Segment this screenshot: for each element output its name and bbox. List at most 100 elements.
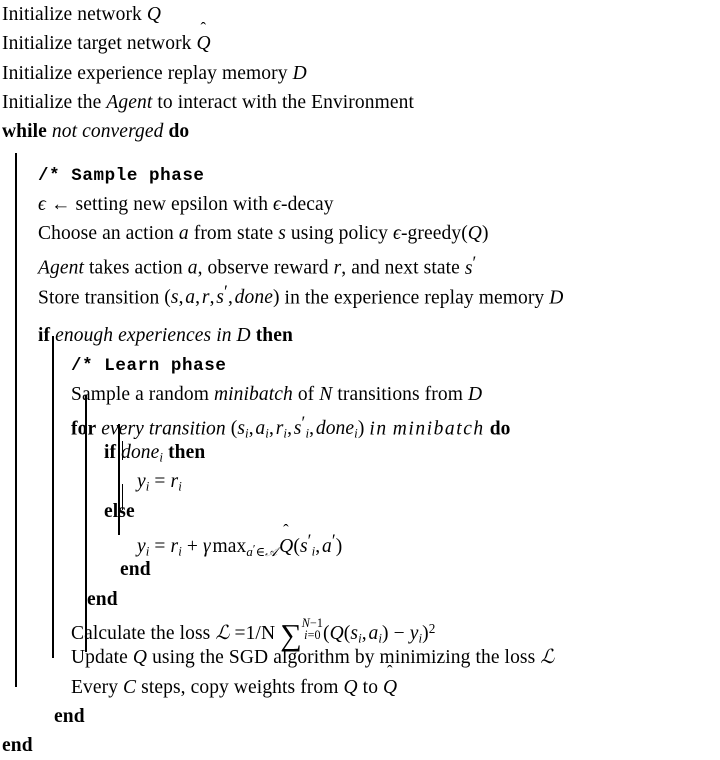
keyword-while: while	[2, 121, 47, 143]
line-while-not-converged: while not converged do	[0, 117, 720, 146]
equation-terminal-target: yi = ri	[137, 471, 182, 495]
text-using-policy: using policy	[290, 223, 388, 245]
line-y-equals-bellman: yi = ri + γ maxa′∈𝒜 ˆ Q(s′i, a′)	[0, 521, 720, 559]
text-initialize: Initialize	[2, 4, 73, 25]
symbol-c: C	[123, 676, 137, 698]
symbol-loss-l-2: ℒ	[540, 647, 555, 669]
text-every-transition: every transition	[101, 418, 226, 440]
line-copy-weights: Every C steps, copy weights from Q to ˆQ	[0, 661, 720, 702]
line-initialize-agent: Initialize the Agent to interact with th…	[0, 88, 720, 117]
text-from-state: from state	[193, 223, 274, 245]
text-store-transition: Store transition	[38, 287, 160, 309]
text-agent-2: Agent	[38, 257, 84, 279]
symbol-q-hat: ˆQ	[196, 18, 211, 55]
line-choose-action: Choose an action a from state s using po…	[0, 219, 720, 248]
keyword-end-if-done: end	[120, 559, 151, 581]
line-epsilon-decay: ϵ ← setting new epsilon with ϵ-decay	[0, 190, 720, 219]
symbol-q-3: Q	[132, 647, 148, 669]
line-agent-takes-action: Agent takes action a, observe reward r, …	[0, 248, 720, 279]
text-to: to	[362, 676, 379, 698]
spacer-before-if	[0, 307, 720, 321]
symbol-left-arrow-icon: ←	[50, 193, 71, 215]
keyword-if: if	[38, 324, 51, 346]
text-minibatch-2: minibatch	[392, 418, 485, 440]
algorithm-block: Initialize network Q Initialize target n…	[0, 0, 720, 756]
keyword-do-2: do	[489, 418, 511, 440]
text-transitions-from: transitions from	[337, 383, 463, 405]
keyword-if-2: if	[104, 442, 117, 464]
symbol-gamma: γ	[202, 535, 211, 557]
line-end-for: end	[0, 585, 720, 614]
text-agent: Agent	[106, 91, 153, 113]
text-takes-action: takes action	[88, 257, 183, 279]
symbol-q: Q	[146, 4, 162, 25]
keyword-end-if-enough: end	[54, 705, 85, 727]
cond-done: donei	[121, 442, 164, 465]
keyword-end-while: end	[2, 735, 33, 757]
symbol-s: s	[278, 223, 286, 245]
symbol-n: N	[319, 383, 333, 405]
keyword-end-for: end	[87, 588, 118, 610]
symbol-s-prime: s′	[464, 252, 477, 279]
line-initialize-replay-memory: Initialize experience replay memory D	[0, 59, 720, 88]
symbol-q-hat-2: ˆQ	[383, 661, 398, 698]
text-calculate-the-loss: Calculate the loss	[71, 622, 211, 644]
text-sample-a-random: Sample a random	[71, 383, 209, 405]
text-setting-new-epsilon: setting new epsilon with	[75, 193, 269, 215]
text-in: in	[369, 418, 388, 440]
line-initialize-network: Initialize network Q	[0, 0, 720, 29]
text-using-the-sgd: using the SGD algorithm by minimizing th…	[152, 647, 536, 669]
symbol-epsilon-2: ϵ	[273, 193, 282, 215]
text-in-the-experience: in the experience replay memory	[284, 287, 545, 309]
cond-not-converged: not converged	[51, 121, 164, 143]
symbol-a-2: a	[187, 257, 198, 279]
summation-limits: N−1 i=0	[301, 616, 323, 643]
symbol-d-4: D	[467, 383, 483, 405]
keyword-do: do	[168, 121, 190, 143]
keyword-else: else	[104, 500, 135, 522]
text-steps-copy-weights: steps, copy weights from	[141, 676, 339, 698]
line-end-if-enough: end	[0, 702, 720, 731]
text-initialize-3: Initialize	[2, 62, 73, 84]
line-update-q-sgd: Update Q using the SGD algorithm by mini…	[0, 643, 720, 672]
symbol-q-4: Q	[343, 676, 358, 698]
text-minibatch: minibatch	[213, 383, 293, 405]
symbol-d-2: D	[549, 287, 564, 309]
text-decay: -decay	[281, 193, 334, 215]
symbol-epsilon: ϵ	[38, 193, 46, 215]
text-every: Every	[71, 676, 119, 698]
spacer-after-while	[0, 146, 720, 160]
symbol-q-2: Q	[467, 223, 482, 245]
text-network: network	[77, 4, 142, 25]
line-sample-minibatch: Sample a random minibatch of N transitio…	[0, 380, 720, 409]
line-y-equals-r: yi = ri	[0, 467, 720, 496]
cond-enough-experiences: enough experiences in	[55, 324, 232, 346]
text-initialize-2: Initialize	[2, 33, 73, 55]
symbol-a: a	[178, 223, 189, 245]
line-else: else	[0, 497, 720, 526]
line-for-every-transition: for every transition (si, ai, ri, s′i, d…	[0, 409, 720, 441]
line-if-done: if donei then	[0, 438, 720, 467]
symbol-d-3: D	[236, 324, 251, 346]
text-of: of	[297, 383, 315, 405]
hat-accent-icon: ˆ	[200, 18, 207, 38]
prime-mark: ′	[472, 252, 477, 273]
text-update: Update	[71, 647, 128, 669]
text-to-interact: to interact with the Environment	[157, 91, 414, 113]
tuple-transition: (s, a, r, s′, done)	[164, 281, 280, 309]
text-target-network: target network	[77, 33, 192, 55]
keyword-for: for	[71, 418, 97, 440]
equation-bellman-target: yi = ri + γ maxa′∈𝒜 ˆ Q(s′i, a′)	[137, 521, 343, 559]
text-experience-replay-memory: experience replay memory	[77, 62, 288, 84]
line-calculate-loss: Calculate the loss ℒ =1/N ∑ N−1 i=0 (Q(si, …	[0, 614, 720, 652]
comment-text-learn: /* Learn phase	[71, 356, 227, 377]
line-end-if-done: end	[0, 555, 720, 584]
keyword-then: then	[255, 324, 293, 346]
line-end-while: end	[0, 731, 720, 760]
comment-sample-phase: /* Sample phase	[0, 160, 720, 189]
equation-loss: =1/N ∑ N−1 i=0 (Q(si, ai) − yi)2	[234, 616, 436, 652]
keyword-then-2: then	[168, 442, 206, 464]
symbol-d: D	[292, 62, 307, 84]
symbol-epsilon-3: ϵ	[392, 223, 401, 245]
text-greedy: -greedy(	[400, 223, 468, 245]
